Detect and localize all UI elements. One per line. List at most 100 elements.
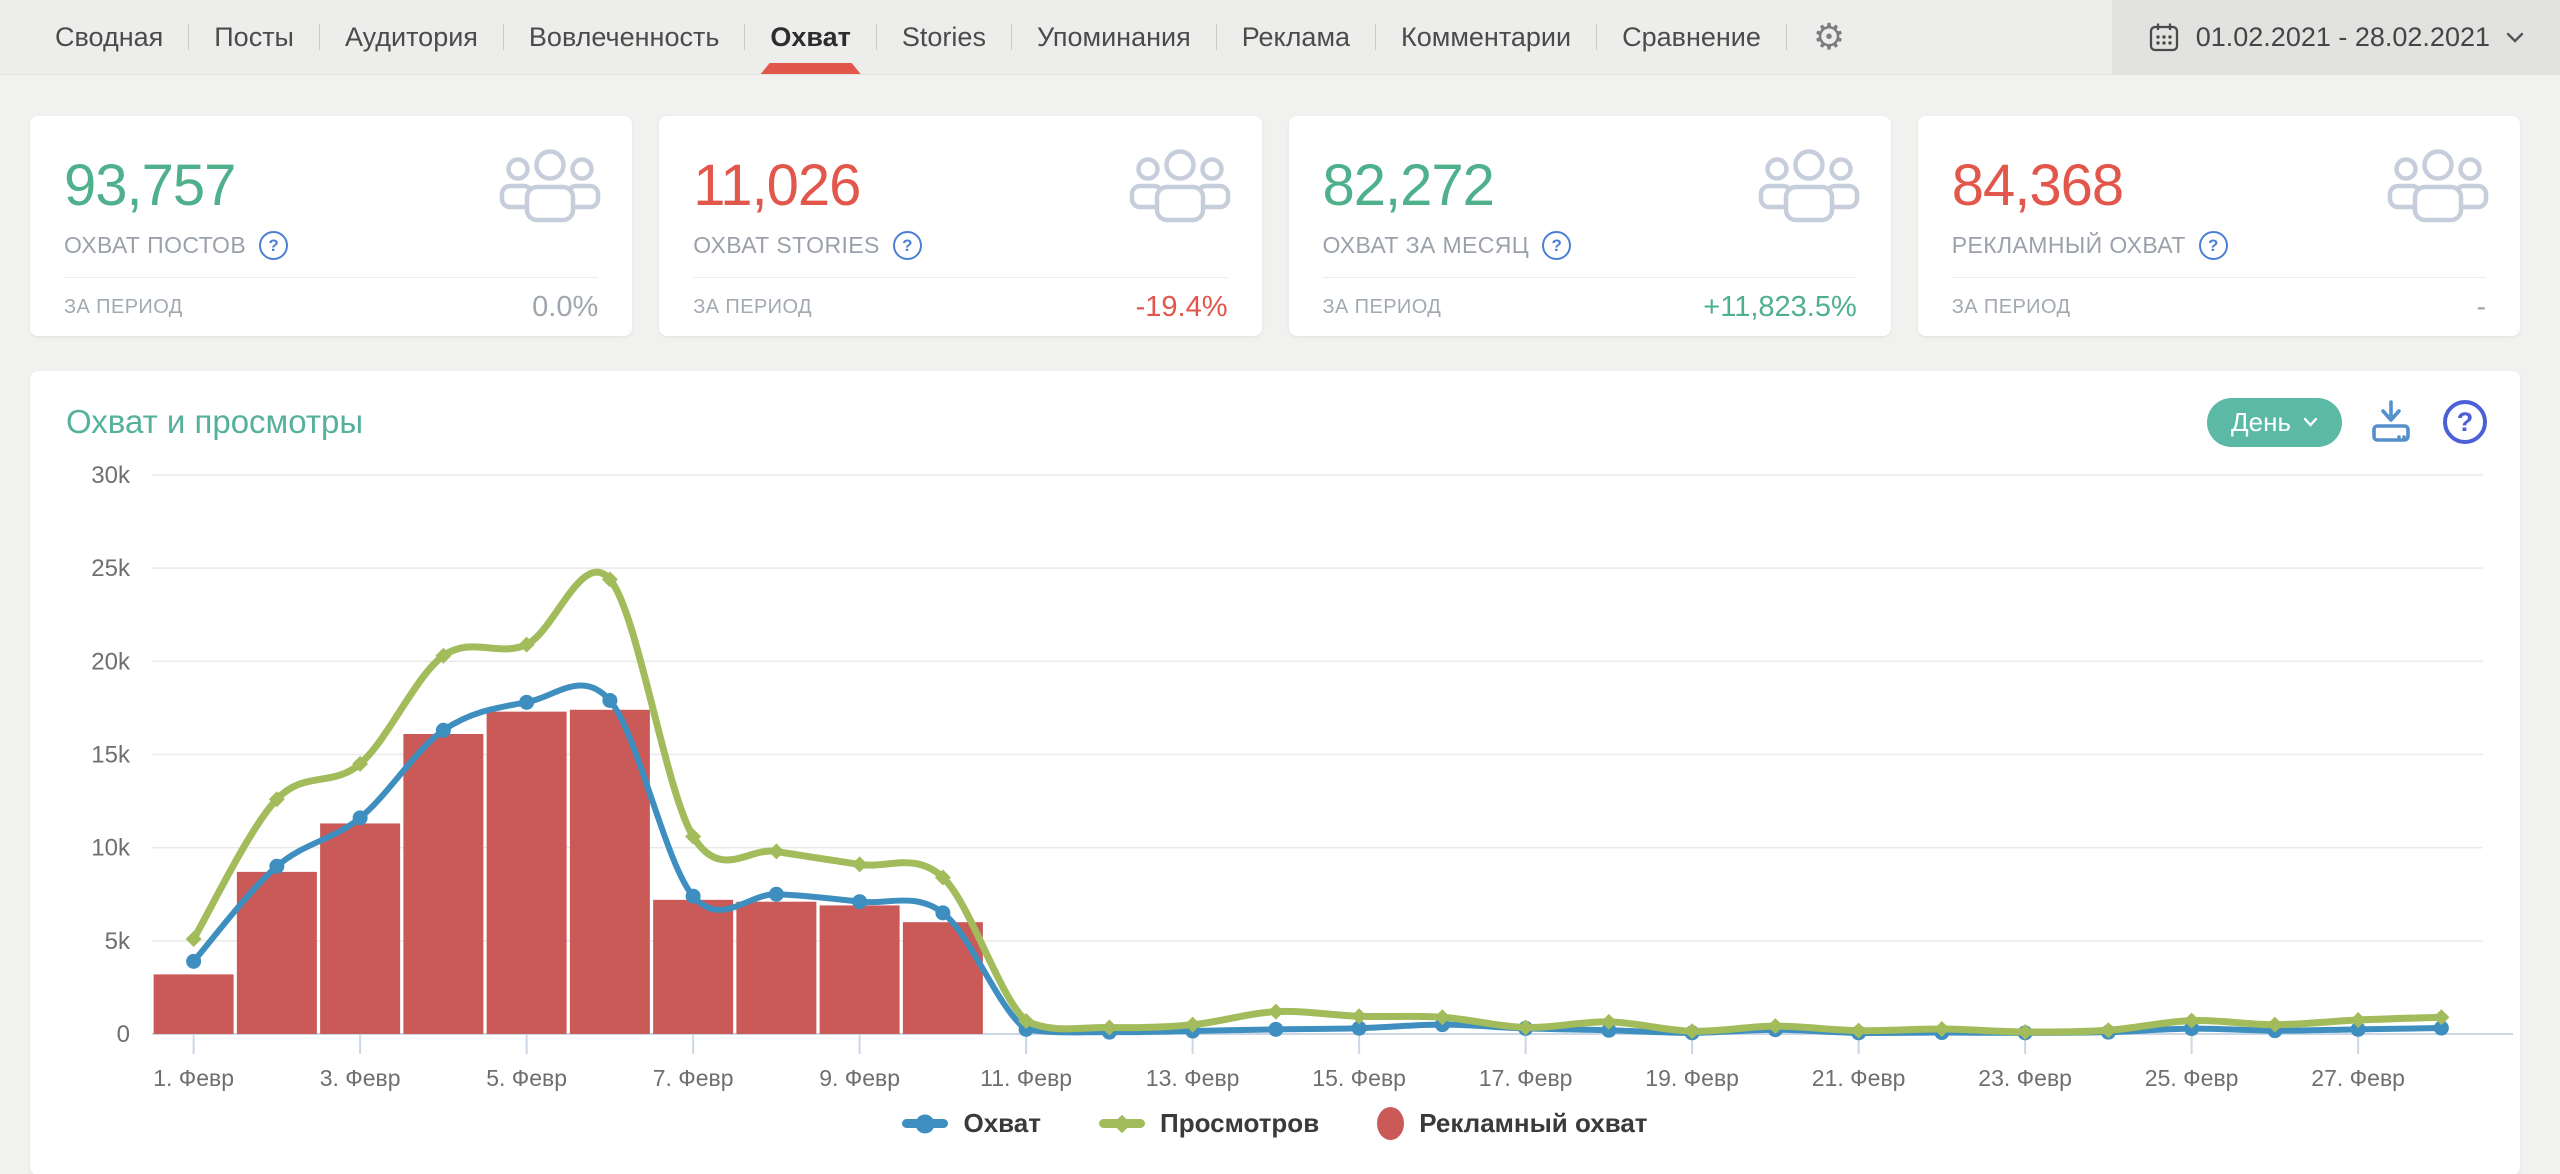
stat-cards-row: 93,757 ОХВАТ ПОСТОВ ? ЗА ПЕРИОД 0.0% 11,… xyxy=(30,116,2520,336)
card-label: ОХВАТ ЗА МЕСЯЦ xyxy=(1322,232,1530,258)
svg-text:15. Февр: 15. Февр xyxy=(1312,1065,1406,1091)
interval-dropdown-button[interactable]: День xyxy=(2207,397,2342,447)
tab-label: Посты xyxy=(214,21,294,52)
svg-text:23. Февр: 23. Февр xyxy=(1978,1065,2072,1091)
svg-text:30k: 30k xyxy=(91,462,131,489)
tab-sravnenie[interactable]: Сравнение xyxy=(1597,0,1786,74)
tab-ohvat-active[interactable]: Охват xyxy=(745,0,876,74)
tab-label: Аудитория xyxy=(344,21,478,52)
delta-value: -19.4% xyxy=(1135,290,1228,323)
period-label: ЗА ПЕРИОД xyxy=(693,295,812,318)
tab-auditoriya[interactable]: Аудитория xyxy=(320,0,503,74)
card-month-reach: 82,272 ОХВАТ ЗА МЕСЯЦ ? ЗА ПЕРИОД +11,82… xyxy=(1288,116,1891,336)
y-axis-labels: 0 5k 10k 15k 20k 25k 30k xyxy=(91,462,131,1048)
svg-text:0: 0 xyxy=(117,1021,130,1048)
tab-kommentarii[interactable]: Комментарии xyxy=(1376,0,1596,74)
help-question-icon[interactable]: ? xyxy=(2198,231,2228,260)
chart-legend: Охват Просмотров Рекламный охват xyxy=(30,1107,2520,1140)
tab-upominaniya[interactable]: Упоминания xyxy=(1012,0,1216,74)
chevron-down-icon xyxy=(2303,417,2318,427)
card-stories-reach: 11,026 ОХВАТ STORIES ? ЗА ПЕРИОД -19.4% xyxy=(659,116,1262,336)
tab-label: Сравнение xyxy=(1622,21,1761,52)
card-label: ОХВАТ STORIES xyxy=(693,232,880,258)
chart-title: Охват и просмотры xyxy=(66,403,364,440)
svg-text:10k: 10k xyxy=(91,835,131,862)
reach-views-panel: Охват и просмотры День ? 0 5k 10k 15k 20… xyxy=(30,371,2520,1174)
tab-reklama[interactable]: Реклама xyxy=(1217,0,1375,74)
svg-text:25k: 25k xyxy=(91,555,131,582)
delta-value: +11,823.5% xyxy=(1703,290,1857,323)
people-group-icon xyxy=(498,144,602,231)
svg-text:3. Февр: 3. Февр xyxy=(320,1065,401,1091)
tab-label: Охват xyxy=(770,21,851,52)
gear-icon[interactable]: ⚙ xyxy=(1787,0,1871,74)
download-button[interactable] xyxy=(2366,397,2416,447)
tab-posty[interactable]: Посты xyxy=(189,0,319,74)
chart-controls: День ? xyxy=(2207,397,2490,447)
svg-text:9. Февр: 9. Февр xyxy=(819,1065,900,1091)
svg-text:5k: 5k xyxy=(105,928,131,955)
interval-label: День xyxy=(2231,406,2291,437)
svg-text:20k: 20k xyxy=(91,648,131,675)
svg-text:21. Февр: 21. Февр xyxy=(1812,1065,1906,1091)
tab-label: Вовлеченность xyxy=(528,21,720,52)
tab-label: Stories xyxy=(901,21,986,52)
reach-views-chart[interactable]: 0 5k 10k 15k 20k 25k 30k 1. Февр 3. Февр 5. Февр 7… xyxy=(30,450,2520,1103)
svg-text:11. Февр: 11. Февр xyxy=(980,1065,1072,1091)
svg-text:19. Февр: 19. Февр xyxy=(1645,1065,1739,1091)
people-group-icon xyxy=(1757,144,1861,231)
card-footer: ЗА ПЕРИОД -19.4% xyxy=(693,277,1228,336)
card-footer: ЗА ПЕРИОД 0.0% xyxy=(64,277,599,336)
svg-text:15k: 15k xyxy=(91,742,131,769)
chart-help-button[interactable]: ? xyxy=(2440,397,2490,447)
line-diamond-marker-icon xyxy=(1099,1114,1145,1133)
x-axis-labels: 1. Февр 3. Февр 5. Февр 7. Февр 9. Февр 11. Ф… xyxy=(153,1034,2405,1091)
tab-label: Комментарии xyxy=(1401,21,1572,52)
card-footer: ЗА ПЕРИОД +11,823.5% xyxy=(1322,277,1857,336)
top-navigation: Сводная Посты Аудитория Вовлеченность Ох… xyxy=(0,0,2560,75)
period-label: ЗА ПЕРИОД xyxy=(1951,295,2071,318)
active-tab-underline xyxy=(760,63,861,74)
legend-item-reach[interactable]: Охват xyxy=(902,1108,1041,1139)
download-icon xyxy=(2372,400,2410,442)
period-label: ЗА ПЕРИОД xyxy=(64,295,183,318)
svg-text:?: ? xyxy=(2457,407,2474,437)
tab-label: Упоминания xyxy=(1036,21,1191,52)
tab-stories[interactable]: Stories xyxy=(877,0,1011,74)
legend-label: Охват xyxy=(963,1108,1041,1138)
chart-header: Охват и просмотры День ? xyxy=(30,371,2520,448)
help-question-icon[interactable]: ? xyxy=(259,231,289,260)
question-circle-icon: ? xyxy=(2443,400,2487,444)
svg-text:7. Февр: 7. Февр xyxy=(653,1065,734,1091)
svg-text:17. Февр: 17. Февр xyxy=(1479,1065,1573,1091)
chevron-down-icon xyxy=(2506,32,2524,43)
people-group-icon xyxy=(1128,144,1232,231)
legend-item-ad-reach[interactable]: Рекламный охват xyxy=(1377,1107,1648,1140)
card-post-reach: 93,757 ОХВАТ ПОСТОВ ? ЗА ПЕРИОД 0.0% xyxy=(30,116,633,336)
tab-vovlechennost[interactable]: Вовлеченность xyxy=(504,0,744,74)
tab-label: Сводная xyxy=(55,21,164,52)
svg-text:25. Февр: 25. Февр xyxy=(2145,1065,2239,1091)
tab-svodnaya[interactable]: Сводная xyxy=(30,0,188,74)
svg-text:13. Февр: 13. Февр xyxy=(1146,1065,1240,1091)
period-label: ЗА ПЕРИОД xyxy=(1322,295,1442,318)
card-ad-reach: 84,368 РЕКЛАМНЫЙ ОХВАТ ? ЗА ПЕРИОД - xyxy=(1917,116,2520,336)
calendar-icon xyxy=(2149,23,2178,52)
date-range-text: 01.02.2021 - 28.02.2021 xyxy=(2195,21,2490,52)
svg-text:27. Февр: 27. Февр xyxy=(2311,1065,2405,1091)
legend-item-views[interactable]: Просмотров xyxy=(1099,1108,1319,1139)
legend-label: Рекламный охват xyxy=(1419,1108,1648,1138)
help-question-icon[interactable]: ? xyxy=(892,231,922,260)
date-range-picker[interactable]: 01.02.2021 - 28.02.2021 xyxy=(2111,0,2560,74)
delta-value: 0.0% xyxy=(532,290,599,323)
line-circle-marker-icon xyxy=(902,1114,949,1133)
people-group-icon xyxy=(2386,144,2490,231)
card-label: ОХВАТ ПОСТОВ xyxy=(64,232,247,258)
svg-text:1. Февр: 1. Февр xyxy=(153,1065,234,1091)
help-question-icon[interactable]: ? xyxy=(1542,231,1572,260)
card-label: РЕКЛАМНЫЙ ОХВАТ xyxy=(1951,232,2186,258)
ellipse-marker-icon xyxy=(1377,1107,1405,1140)
svg-text:5. Февр: 5. Февр xyxy=(486,1065,567,1091)
legend-label: Просмотров xyxy=(1160,1108,1320,1138)
tab-label: Реклама xyxy=(1241,21,1351,52)
